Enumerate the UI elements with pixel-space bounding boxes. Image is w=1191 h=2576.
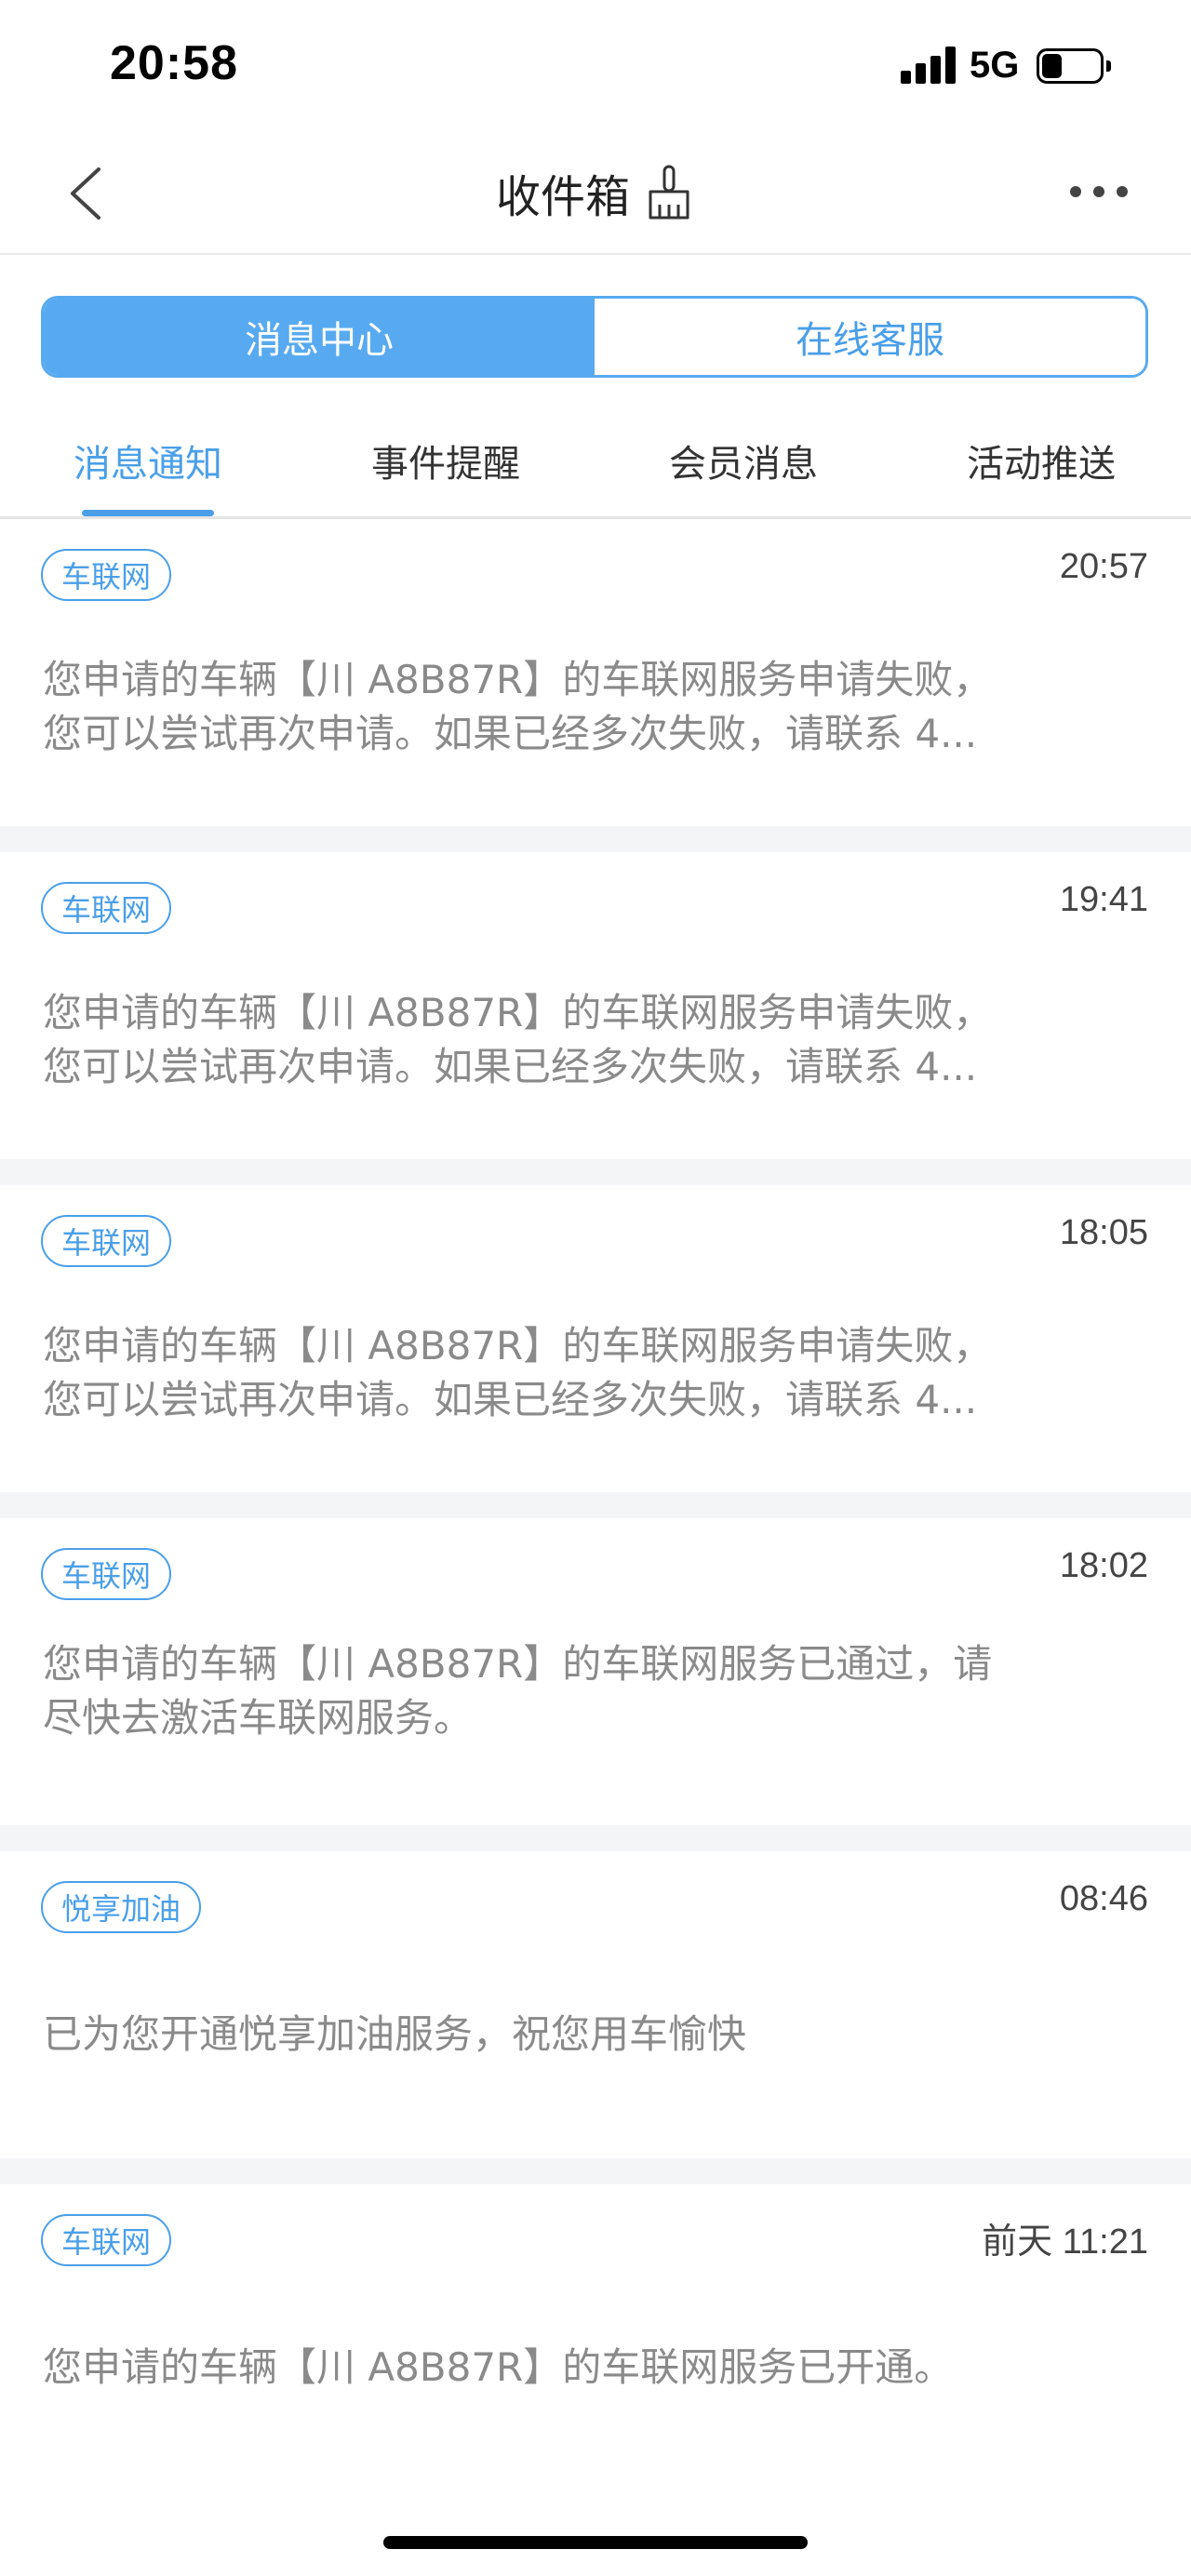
message-line: 您申请的车辆【川 A8B87R】的车联网服务已开通。: [43, 2344, 954, 2390]
status-bar: 20:58 5G: [0, 0, 1191, 130]
message-body: 您申请的车辆【川 A8B87R】的车联网服务申请失败， 您可以尝试再次申请。如果…: [43, 986, 1122, 1094]
tab-activity-push[interactable]: 活动推送: [964, 434, 1118, 486]
message-body: 已为您开通悦享加油服务，祝您用车愉快: [43, 2008, 1122, 2062]
message-time: 19:41: [1059, 880, 1148, 919]
message-item[interactable]: 车联网 18:02 您申请的车辆【川 A8B87R】的车联网服务已通过，请 尽快…: [0, 1518, 1191, 1825]
tab-notifications[interactable]: 消息通知: [71, 434, 225, 486]
battery-icon: [1037, 48, 1111, 84]
message-tag: 车联网: [41, 882, 172, 934]
message-tag: 车联网: [41, 549, 172, 601]
segment-message-center[interactable]: 消息中心: [44, 299, 595, 375]
segment-online-service[interactable]: 在线客服: [595, 299, 1145, 375]
divider: [0, 1159, 1191, 1185]
inbox-screen: 20:58 5G 收件箱 消息中心 在线客服 消息通知 事件提醒 会员消息 活动…: [0, 0, 1191, 2576]
home-indicator[interactable]: [383, 2536, 808, 2549]
page-title: 收件箱: [495, 171, 630, 223]
message-line: 您可以尝试再次申请。如果已经多次失败，请联系 4...: [43, 1377, 978, 1422]
divider: [0, 2158, 1191, 2184]
message-time: 18:05: [1059, 1213, 1148, 1252]
message-time: 前天 11:21: [982, 2222, 1148, 2262]
active-tab-indicator: [82, 510, 214, 516]
message-body: 您申请的车辆【川 A8B87R】的车联网服务申请失败， 您可以尝试再次申请。如果…: [43, 653, 1122, 761]
message-line: 您可以尝试再次申请。如果已经多次失败，请联系 4...: [43, 711, 978, 756]
message-item[interactable]: 车联网 19:41 您申请的车辆【川 A8B87R】的车联网服务申请失败， 您可…: [0, 852, 1191, 1159]
status-time: 20:58: [110, 36, 238, 90]
message-line: 您申请的车辆【川 A8B87R】的车联网服务申请失败，: [43, 657, 993, 702]
divider: [0, 826, 1191, 852]
message-item[interactable]: 车联网 18:05 您申请的车辆【川 A8B87R】的车联网服务申请失败， 您可…: [0, 1185, 1191, 1492]
category-tabs: 消息通知 事件提醒 会员消息 活动推送: [0, 400, 1191, 519]
broom-icon[interactable]: [643, 164, 695, 221]
message-item[interactable]: 车联网 20:57 您申请的车辆【川 A8B87R】的车联网服务申请失败， 您可…: [0, 519, 1191, 826]
message-line: 已为您开通悦享加油服务，祝您用车愉快: [43, 2011, 747, 2057]
message-body: 您申请的车辆【川 A8B87R】的车联网服务已通过，请 尽快去激活车联网服务。: [43, 1637, 1122, 1745]
message-line: 您申请的车辆【川 A8B87R】的车联网服务申请失败，: [43, 1323, 993, 1368]
message-item[interactable]: 车联网 前天 11:21 您申请的车辆【川 A8B87R】的车联网服务已开通。: [0, 2184, 1191, 2491]
cellular-signal-icon: [901, 47, 958, 84]
nav-bar: 收件箱: [0, 130, 1191, 255]
message-tag: 车联网: [41, 1215, 172, 1267]
message-time: 08:46: [1059, 1879, 1148, 1918]
message-item[interactable]: 悦享加油 08:46 已为您开通悦享加油服务，祝您用车愉快: [0, 1851, 1191, 2158]
divider: [0, 1492, 1191, 1518]
message-body: 您申请的车辆【川 A8B87R】的车联网服务申请失败， 您可以尝试再次申请。如果…: [43, 1319, 1122, 1427]
message-line: 您申请的车辆【川 A8B87R】的车联网服务申请失败，: [43, 990, 993, 1035]
more-dots-icon[interactable]: [1068, 182, 1130, 201]
network-type: 5G: [970, 45, 1020, 86]
tab-event-reminders[interactable]: 事件提醒: [368, 434, 523, 486]
message-body: 您申请的车辆【川 A8B87R】的车联网服务已开通。: [43, 2341, 1122, 2395]
message-time: 18:02: [1059, 1546, 1148, 1585]
message-time: 20:57: [1059, 547, 1148, 586]
message-line: 您申请的车辆【川 A8B87R】的车联网服务已通过，请: [43, 1641, 993, 1687]
message-list: 车联网 20:57 您申请的车辆【川 A8B87R】的车联网服务申请失败， 您可…: [0, 519, 1191, 2491]
segmented-control: 消息中心 在线客服: [41, 296, 1148, 378]
message-tag: 车联网: [41, 1548, 172, 1600]
message-line: 尽快去激活车联网服务。: [43, 1695, 474, 1741]
divider: [0, 1825, 1191, 1851]
tab-member-messages[interactable]: 会员消息: [666, 434, 821, 486]
message-tag: 车联网: [41, 2214, 172, 2266]
message-tag: 悦享加油: [41, 1881, 202, 1933]
message-line: 您可以尝试再次申请。如果已经多次失败，请联系 4...: [43, 1044, 978, 1089]
